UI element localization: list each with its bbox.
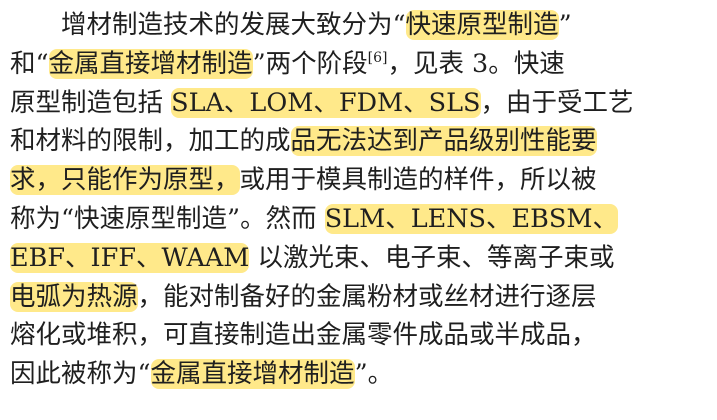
text-run: 称为“快速原型制造”。然而 xyxy=(10,204,325,234)
text-run: ，由于受工艺 xyxy=(480,87,634,118)
text-run: 增材制造技术的发展大致分为“ xyxy=(10,10,406,40)
text-run: ”。 xyxy=(354,359,394,390)
text-line: 和材料的限制，加工的成品无法达到产品级别性能要 xyxy=(10,122,709,160)
text-run: ”两个阶段 xyxy=(252,48,368,79)
highlighted-text: SLM、LENS、EBSM、 xyxy=(324,204,618,234)
text-line: 称为“快速原型制造”。然而 SLM、LENS、EBSM、 xyxy=(10,200,709,238)
highlighted-text: 快速原型制造 xyxy=(405,10,559,40)
highlighted-text: 金属直接增材制造 xyxy=(150,359,355,390)
highlighted-text: SLA、LOM、FDM、SLS xyxy=(171,87,481,118)
text-line: EBF、IFF、WAAM 以激光束、电子束、等离子束或 xyxy=(10,239,709,277)
text-run: ，见表 3。快速 xyxy=(387,48,565,79)
highlighted-text: 金属直接增材制造 xyxy=(48,48,253,79)
text-line: 电弧为热源，能对制备好的金属粉材或丝材进行逐层 xyxy=(10,278,709,316)
text-run: 因此被称为“ xyxy=(10,359,151,390)
text-run: 和“ xyxy=(10,48,49,79)
citation-superscript: [6] xyxy=(367,49,388,66)
highlighted-text: 品无法达到产品级别性能要 xyxy=(290,126,597,157)
text-run: 熔化或堆积，可直接制造出金属零件成品或半成品， xyxy=(10,320,597,351)
text-line: 求，只能作为原型，或用于模具制造的样件，所以被 xyxy=(10,161,709,199)
highlighted-text: 电弧为热源 xyxy=(10,281,138,312)
text-run: 以激光束、电子束、等离子束或 xyxy=(249,242,615,273)
text-run: ” xyxy=(558,10,572,40)
highlighted-text: 求，只能作为原型， xyxy=(10,165,240,196)
text-run: 或用于模具制造的样件，所以被 xyxy=(239,165,597,196)
text-line: 因此被称为“金属直接增材制造”。 xyxy=(10,355,709,393)
text-line: 和“金属直接增材制造”两个阶段[6]，见表 3。快速 xyxy=(10,45,709,83)
text-line: 熔化或堆积，可直接制造出金属零件成品或半成品， xyxy=(10,316,709,354)
text-line: 增材制造技术的发展大致分为“快速原型制造” xyxy=(10,6,709,44)
text-line: 原型制造包括 SLA、LOM、FDM、SLS，由于受工艺 xyxy=(10,84,709,122)
text-run: 原型制造包括 xyxy=(10,87,172,118)
text-run: 和材料的限制，加工的成 xyxy=(10,126,291,157)
document-page: 增材制造技术的发展大致分为“快速原型制造” 和“金属直接增材制造”两个阶段[6]，… xyxy=(0,0,717,420)
highlighted-text: EBF、IFF、WAAM xyxy=(10,242,250,273)
text-run: ，能对制备好的金属粉材或丝材进行逐层 xyxy=(137,281,597,312)
